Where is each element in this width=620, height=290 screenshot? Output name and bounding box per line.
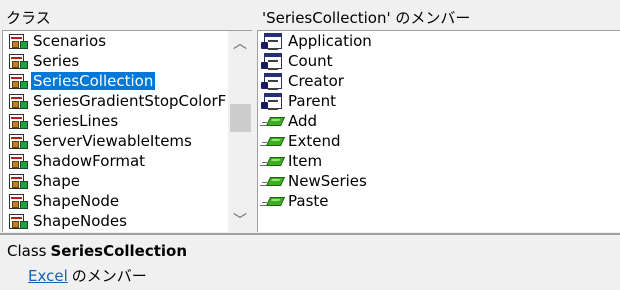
- property-icon: [260, 91, 286, 111]
- member-item-label: Item: [288, 152, 323, 170]
- library-link[interactable]: Excel: [28, 267, 68, 285]
- class-icon: [5, 31, 31, 51]
- class-icon: [5, 171, 31, 191]
- member-item[interactable]: NewSeries: [260, 171, 618, 191]
- classes-list: Scenarios Series SeriesCollection SeriesGra…: [5, 31, 227, 231]
- method-icon: [260, 171, 286, 191]
- class-icon: [5, 191, 31, 211]
- method-icon: [260, 111, 286, 131]
- class-item-label: SeriesLines: [33, 112, 119, 130]
- member-item-label: Extend: [288, 132, 341, 150]
- class-item[interactable]: SeriesGradientStopColorF: [5, 91, 227, 111]
- member-item-label: Creator: [288, 72, 344, 90]
- chevron-up-icon[interactable]: ︿: [228, 33, 252, 55]
- class-item-label: Scenarios: [33, 32, 107, 50]
- method-icon: [260, 191, 286, 211]
- detail-pane: Class SeriesCollection Excel のメンバー: [0, 233, 620, 290]
- class-item[interactable]: ShadowFormat: [5, 151, 227, 171]
- member-item-label: Add: [288, 112, 318, 130]
- class-item-label: Series: [33, 52, 80, 70]
- member-item-label: Parent: [288, 92, 337, 110]
- class-icon: [5, 71, 31, 91]
- method-icon: [260, 151, 286, 171]
- class-item[interactable]: ShapeNodes: [5, 211, 227, 231]
- class-item-label: Shape: [33, 172, 80, 190]
- class-item-label: ServerViewableItems: [33, 132, 192, 150]
- class-item[interactable]: Series: [5, 51, 227, 71]
- class-icon: [5, 111, 31, 131]
- class-item-label: SeriesCollection: [31, 72, 156, 90]
- class-item-label: ShapeNode: [33, 192, 120, 210]
- chevron-down-icon[interactable]: ﹀: [228, 210, 252, 232]
- class-icon: [5, 51, 31, 71]
- detail-title: Class SeriesCollection: [7, 242, 187, 260]
- detail-library: Excel のメンバー: [28, 265, 147, 286]
- classes-scrollbar[interactable]: ︿ ﹀: [228, 31, 252, 232]
- classes-list-panel: Scenarios Series SeriesCollection SeriesGra…: [2, 30, 252, 232]
- method-icon: [260, 131, 286, 151]
- member-item[interactable]: Add: [260, 111, 618, 131]
- members-list-panel: Application Count Creator Parent Add Extend It…: [257, 30, 620, 232]
- class-icon: [5, 91, 31, 111]
- class-icon: [5, 151, 31, 171]
- member-item[interactable]: Extend: [260, 131, 618, 151]
- member-item-label: Application: [288, 32, 372, 50]
- member-item[interactable]: Parent: [260, 91, 618, 111]
- detail-kind: Class: [7, 242, 47, 260]
- member-item-label: Paste: [288, 192, 329, 210]
- class-item-label: ShadowFormat: [33, 152, 146, 170]
- class-item-label: SeriesGradientStopColorF: [33, 92, 227, 110]
- class-item-label: ShapeNodes: [33, 212, 127, 230]
- member-of-text: のメンバー: [71, 267, 147, 285]
- scrollbar-thumb[interactable]: [230, 104, 251, 132]
- class-item[interactable]: SeriesLines: [5, 111, 227, 131]
- member-item-label: NewSeries: [288, 172, 367, 190]
- class-item[interactable]: ShapeNode: [5, 191, 227, 211]
- member-item[interactable]: Paste: [260, 191, 618, 211]
- member-item[interactable]: Item: [260, 151, 618, 171]
- class-item[interactable]: Scenarios: [5, 31, 227, 51]
- members-list: Application Count Creator Parent Add Extend It…: [260, 31, 618, 211]
- property-icon: [260, 31, 286, 51]
- member-item[interactable]: Application: [260, 31, 618, 51]
- class-icon: [5, 131, 31, 151]
- member-item[interactable]: Creator: [260, 71, 618, 91]
- class-item[interactable]: Shape: [5, 171, 227, 191]
- members-header: 'SeriesCollection' のメンバー: [262, 9, 471, 27]
- member-item-label: Count: [288, 52, 333, 70]
- property-icon: [260, 71, 286, 91]
- detail-class-name: SeriesCollection: [50, 242, 188, 260]
- class-item[interactable]: ServerViewableItems: [5, 131, 227, 151]
- class-icon: [5, 211, 31, 231]
- classes-header: クラス: [6, 9, 51, 27]
- member-item[interactable]: Count: [260, 51, 618, 71]
- class-item[interactable]: SeriesCollection: [5, 71, 227, 91]
- property-icon: [260, 51, 286, 71]
